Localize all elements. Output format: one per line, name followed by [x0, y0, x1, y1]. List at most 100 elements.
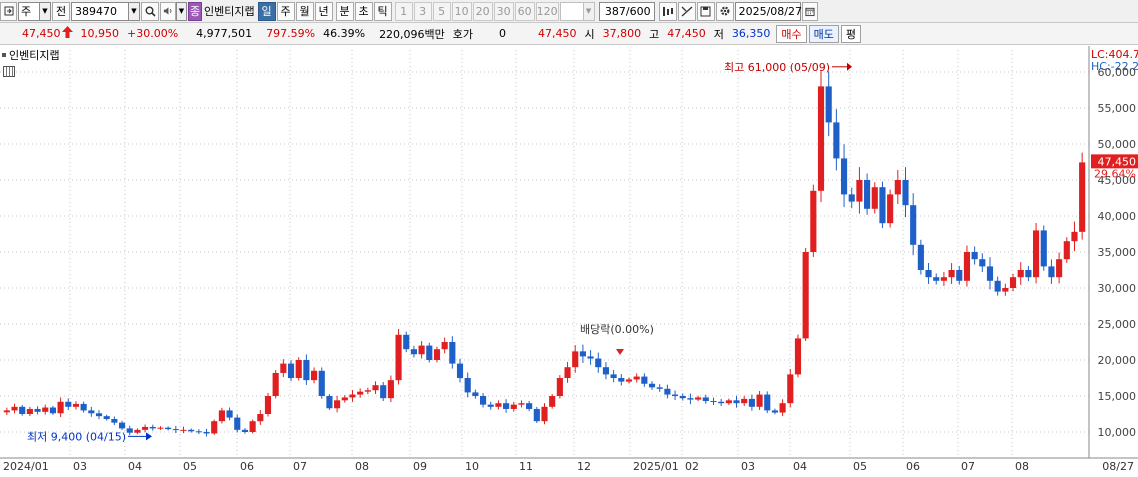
period-month-button[interactable]: 월 [295, 1, 314, 21]
candle-body [994, 280, 1001, 292]
candle-body [1071, 231, 1078, 242]
candle-body [833, 122, 840, 159]
sell-button[interactable]: 매도 [808, 24, 839, 43]
x-tick-label: 09 [413, 460, 427, 473]
candle-body [664, 388, 671, 395]
candle-body [295, 360, 302, 378]
open-value: 37,800 [602, 27, 642, 40]
bar-chart-icon[interactable] [658, 1, 677, 21]
candle-body [364, 390, 371, 392]
save-icon[interactable] [696, 1, 715, 21]
interval-30-button[interactable]: 30 [493, 1, 514, 21]
current-price: 47,450 [22, 27, 61, 40]
candle-body [771, 410, 778, 413]
interval-120-button[interactable]: 120 [535, 1, 559, 21]
candle-body [526, 403, 533, 409]
series-legend[interactable]: 인벤티지랩 [2, 47, 60, 63]
buy-button[interactable]: 매수 [776, 24, 807, 43]
candle-body [280, 363, 287, 373]
candle-body [387, 380, 394, 399]
candle-body [587, 356, 594, 359]
period-tick-button[interactable]: 틱 [373, 1, 392, 21]
speaker-dropdown-icon[interactable]: ▼ [176, 1, 187, 21]
gear-icon[interactable] [715, 1, 734, 21]
candle-body [42, 407, 49, 412]
chart-area[interactable]: 60,000 55,000 50,000 45,000 40,000 35,000 30,0… [0, 46, 1138, 474]
legend-bullet-icon [2, 53, 6, 57]
interval-input[interactable] [559, 1, 584, 21]
candle-body [856, 180, 863, 202]
candle-body [349, 394, 356, 398]
window-icon[interactable] [0, 1, 17, 21]
interval-dropdown-icon[interactable]: ▼ [583, 1, 595, 21]
high-arrow-icon [847, 62, 852, 71]
eval-button[interactable]: 평 [840, 24, 862, 43]
search-icon[interactable] [141, 1, 159, 21]
quote-bar: 47,450 10,950 +30.00% 4,977,501 797.59% … [0, 23, 1138, 45]
period-week-button[interactable]: 주 [276, 1, 295, 21]
candle-body [1048, 266, 1055, 278]
y-tick-label: 35,000 [1098, 246, 1137, 259]
candle-body [764, 394, 771, 411]
x-tick-label: 04 [793, 460, 807, 473]
low-annotation: 최저 9,400 (04/15) [27, 430, 126, 443]
period-year-button[interactable]: 년 [314, 1, 333, 21]
x-tick-label: 08/27 [1102, 460, 1134, 473]
interval-20-button[interactable]: 20 [472, 1, 493, 21]
code-dropdown-icon[interactable]: ▼ [129, 1, 140, 21]
stock-name: 인벤티지랩 [204, 5, 255, 18]
candle-body [195, 431, 202, 433]
crosshair-icon[interactable] [677, 1, 696, 21]
candle-body [756, 394, 763, 407]
x-tick-label: 03 [73, 460, 87, 473]
candle-body [211, 421, 218, 434]
speaker-icon[interactable] [160, 1, 176, 21]
candle-body [971, 252, 978, 260]
type-select[interactable]: 주 [18, 1, 40, 21]
y-tick-label: 15,000 [1098, 390, 1137, 403]
x-tick-label: 03 [741, 460, 755, 473]
period-second-button[interactable]: 초 [354, 1, 373, 21]
candle-body [986, 266, 994, 281]
candle-body [426, 345, 433, 360]
prev-button[interactable]: 전 [52, 1, 70, 21]
candle-body [1063, 241, 1070, 260]
change-rate: +30.00% [127, 27, 179, 40]
candle-body [956, 270, 963, 281]
candle-body [564, 367, 571, 378]
candle-body [579, 351, 586, 357]
dividend-marker-icon [616, 349, 624, 355]
candle-body [549, 396, 556, 407]
interval-5-button[interactable]: 5 [432, 1, 451, 21]
up-arrow-icon [61, 26, 73, 41]
candle-body [533, 408, 540, 422]
period-minute-button[interactable]: 분 [335, 1, 354, 21]
candle-body [326, 396, 333, 409]
candle-body [272, 372, 279, 396]
period-day-button[interactable]: 일 [257, 1, 276, 21]
chart-toolbar: 주 ▼ 전 389470 ▼ ▼ 종 인벤티지랩 일 주 월 년 분 초 틱 1… [0, 0, 1138, 23]
type-dropdown-icon[interactable]: ▼ [40, 1, 51, 21]
candle-body [464, 378, 471, 393]
interval-10-button[interactable]: 10 [451, 1, 472, 21]
candle-body [487, 404, 494, 407]
x-tick-label: 06 [906, 460, 920, 473]
interval-3-button[interactable]: 3 [413, 1, 432, 21]
interval-1-button[interactable]: 1 [394, 1, 413, 21]
candle-body [65, 401, 72, 407]
calendar-icon[interactable] [801, 1, 818, 21]
candle-body [925, 270, 932, 278]
stock-code-input[interactable]: 389470 [71, 1, 129, 21]
candle-body [234, 417, 241, 430]
data-count-input[interactable]: 387/600 [598, 1, 655, 21]
x-tick-label: 10 [465, 460, 479, 473]
y-tick-label: 25,000 [1098, 318, 1137, 331]
price-chart[interactable]: 60,00055,00050,00045,00040,00035,00030,0… [0, 46, 1138, 474]
data-grid-icon[interactable] [3, 66, 15, 77]
interval-60-button[interactable]: 60 [514, 1, 535, 21]
candle-body [572, 351, 579, 368]
y-tick-label: 30,000 [1098, 282, 1137, 295]
candle-body [894, 180, 901, 195]
date-input[interactable]: 2025/08/27 [734, 1, 802, 21]
candle-body [26, 408, 33, 414]
